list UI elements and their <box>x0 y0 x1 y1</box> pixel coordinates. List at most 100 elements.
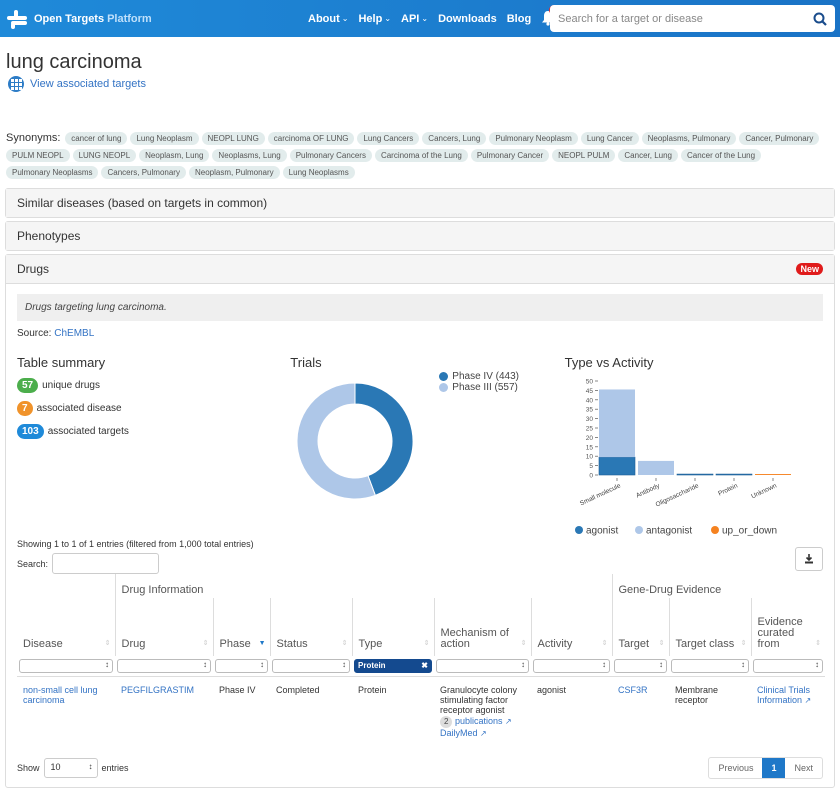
drug-link[interactable]: PEGFILGRASTIM <box>121 685 194 695</box>
type-vs-activity-svg: 0 5 10 15 20 25 30 35 40 45 50 Small molecule Antibo… <box>574 379 791 537</box>
sort-icon[interactable]: ⇕ <box>424 638 430 649</box>
column-header[interactable]: Type ⇕ <box>351 598 434 656</box>
nav-downloads[interactable]: Downloads <box>438 13 497 25</box>
x-tick-label: Unknown <box>750 482 778 500</box>
bar-small-molecule-agonist[interactable] <box>598 456 635 476</box>
column-filter-select[interactable] <box>117 659 211 673</box>
sort-icon[interactable]: ⇕ <box>741 638 747 649</box>
similar-diseases-panel: Similar diseases (based on targets in co… <box>5 188 835 218</box>
summary-associated-disease: 7 associated disease <box>17 401 290 416</box>
column-filter-select[interactable]: Protein <box>354 659 432 673</box>
bar-oligosaccharide-agonist[interactable] <box>676 473 713 476</box>
nav-about-label: About <box>308 12 340 25</box>
phenotypes-panel: Phenotypes <box>5 221 835 251</box>
publications-link[interactable]: publications ↗ <box>455 716 512 726</box>
page-1-button[interactable]: 1 <box>762 757 786 778</box>
search-icon[interactable] <box>813 12 827 26</box>
open-targets-logo-icon <box>6 8 28 30</box>
column-header-label: Status <box>276 638 308 650</box>
dailymed-label: DailyMed <box>440 728 478 738</box>
bar-unknown-up_or_down[interactable] <box>754 474 791 475</box>
logo[interactable]: Open Targets Platform <box>6 8 152 30</box>
associated-disease-label: associated disease <box>36 403 122 414</box>
column-header[interactable]: Drug ⇕ <box>114 598 213 656</box>
y-tick-label: 25 <box>585 426 593 433</box>
bar-antibody-antagonist[interactable] <box>637 460 674 475</box>
trials-chart: Trials Phase IV (443) Phase III (557) <box>290 355 564 535</box>
column-header[interactable]: Status ⇕ <box>269 598 352 656</box>
download-button[interactable] <box>795 547 823 571</box>
type-vs-activity-chart: Type vs Activity 0 5 10 15 20 25 30 35 40 45 50 Sma… <box>565 355 823 537</box>
column-filter-select[interactable] <box>753 659 823 673</box>
similar-diseases-header[interactable]: Similar diseases (based on targets in co… <box>6 189 834 217</box>
external-link-icon: ↗ <box>480 729 487 738</box>
grid-icon <box>8 76 24 92</box>
column-header-label: Phase <box>219 638 251 650</box>
column-header[interactable]: Activity ⇕ <box>530 598 612 656</box>
associated-targets-label: associated targets <box>47 426 129 437</box>
drugs-body: Drugs targeting lung carcinoma. Source: … <box>6 283 834 787</box>
sort-icon[interactable]: ⇕ <box>602 638 608 649</box>
column-header[interactable]: Target ⇕ <box>611 598 669 656</box>
column-filter-select[interactable] <box>614 659 667 673</box>
bar-protein-agonist[interactable] <box>715 473 752 476</box>
y-tick-label: 20 <box>585 435 593 442</box>
nav-help[interactable]: Help ⌄ <box>358 13 391 25</box>
column-filter-select[interactable] <box>272 659 350 673</box>
table-toolbar: Showing 1 to 1 of 1 entries (filtered fr… <box>17 539 823 574</box>
synonym-chip: Lung Cancers <box>357 132 420 145</box>
sort-icon[interactable]: ⇕ <box>105 638 111 649</box>
y-tick-label: 45 <box>585 388 593 395</box>
bar-small-molecule-antagonist[interactable] <box>598 389 635 458</box>
legend-phase-iii: Phase III (557) <box>439 382 519 393</box>
sort-icon[interactable]: ⇕ <box>521 638 527 649</box>
x-tick-label: Antibody <box>635 482 662 499</box>
column-filter-select[interactable] <box>533 659 610 673</box>
type-cell: Protein <box>352 676 434 755</box>
column-header[interactable]: Target class ⇕ <box>668 598 751 656</box>
evidence-link[interactable]: Clinical Trials Information ↗ <box>757 685 811 705</box>
table-search: Search: <box>17 553 823 574</box>
associated-targets-count: 103 <box>17 424 44 439</box>
synonym-chip: NEOPL PULM <box>552 149 616 162</box>
column-header[interactable]: Disease ⇕ <box>17 598 115 656</box>
table-search-input[interactable] <box>52 553 160 574</box>
column-header[interactable]: Phase ▼ <box>212 598 270 656</box>
view-associated-targets-link[interactable]: View associated targets <box>8 76 840 92</box>
column-filter-select[interactable] <box>671 659 749 673</box>
phenotypes-header[interactable]: Phenotypes <box>6 222 834 250</box>
sort-icon[interactable]: ⇕ <box>203 638 209 649</box>
drugs-header[interactable]: Drugs New <box>6 255 834 283</box>
legend-dot <box>710 526 719 534</box>
target-link[interactable]: CSF3R <box>618 685 648 695</box>
sort-icon[interactable]: ⇕ <box>815 638 821 649</box>
nav-blog[interactable]: Blog <box>507 13 531 25</box>
column-header[interactable]: Evidence curated from ⇕ <box>750 598 825 656</box>
chevron-down-icon: ⌄ <box>421 14 429 23</box>
synonym-chip: Cancer, Lung <box>618 149 678 162</box>
external-link-icon: ↗ <box>505 717 512 726</box>
column-filter-select[interactable] <box>436 659 529 673</box>
nav-api[interactable]: API ⌄ <box>401 13 428 25</box>
sort-desc-icon[interactable]: ▼ <box>259 638 266 649</box>
next-page-button[interactable]: Next <box>785 758 822 778</box>
download-icon <box>805 554 813 564</box>
previous-page-button[interactable]: Previous <box>709 758 762 778</box>
column-filter-select[interactable] <box>19 659 113 673</box>
sort-icon[interactable]: ⇕ <box>659 638 665 649</box>
disease-link[interactable]: non-small cell lung carcinoma <box>23 685 98 705</box>
global-search-input[interactable] <box>558 12 813 25</box>
chembl-link[interactable]: ChEMBL <box>54 328 94 339</box>
column-filter-select[interactable] <box>215 659 268 673</box>
sort-icon[interactable]: ⇕ <box>342 638 348 649</box>
column-header-label: Mechanism of action <box>440 627 509 650</box>
dailymed-link[interactable]: DailyMed ↗ <box>440 728 487 738</box>
chevron-down-icon: ⌄ <box>384 14 392 23</box>
table-footer: Show 10 ↕ entries Previous 1 Next <box>17 756 823 779</box>
entries-per-page-select[interactable]: 10 ↕ <box>43 757 98 778</box>
nav-about[interactable]: About ⌄ <box>308 13 348 25</box>
column-header[interactable]: Mechanism of action ⇕ <box>433 598 531 656</box>
target-class-cell: Membrane receptor <box>669 676 751 755</box>
table-summary-title: Table summary <box>17 355 106 370</box>
summary-associated-targets: 103 associated targets <box>17 424 290 439</box>
